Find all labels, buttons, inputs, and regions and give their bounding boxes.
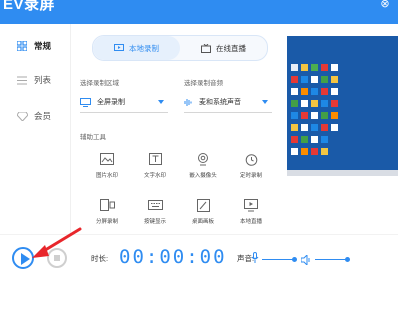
audio-select[interactable]: 麦和系统声音 <box>184 92 272 113</box>
sidebar-item-label: 列表 <box>34 75 52 85</box>
monitor-record-icon <box>114 44 124 52</box>
preview-taskbar <box>287 170 398 176</box>
tool-key-display[interactable]: 按键显示 <box>131 196 179 230</box>
region-select[interactable]: 全屏录制 <box>80 92 168 113</box>
mode-tabs: 本地录制 在线直播 <box>92 35 268 61</box>
microphone-icon[interactable] <box>251 251 259 263</box>
start-record-button[interactable] <box>12 247 34 269</box>
tool-label: 本地直播 <box>239 219 262 225</box>
tool-local-live[interactable]: 本地直播 <box>227 196 275 230</box>
tab-online-live[interactable]: 在线直播 <box>180 36 267 60</box>
region-select-value: 全屏录制 <box>97 99 125 106</box>
tool-split-screen[interactable]: 分屏录制 <box>83 196 131 230</box>
tool-label: 嵌入摄像头 <box>189 173 217 179</box>
sidebar-item-label: 会员 <box>34 111 52 121</box>
audio-wave-icon <box>184 98 193 107</box>
monitor-icon <box>80 97 91 107</box>
webcam-icon <box>179 150 227 168</box>
tab-local-record[interactable]: 本地录制 <box>93 36 180 60</box>
chevron-down-icon <box>262 100 268 104</box>
stop-record-button[interactable] <box>47 248 67 268</box>
mic-volume-slider[interactable] <box>262 259 294 260</box>
whiteboard-icon <box>179 196 227 214</box>
audio-select-value: 麦和系统声音 <box>199 99 241 106</box>
sidebar-item-general[interactable]: 常规 <box>0 34 70 58</box>
tool-label: 文字水印 <box>143 173 166 179</box>
tool-webcam[interactable]: 嵌入摄像头 <box>179 150 227 184</box>
tv-live-icon <box>201 43 211 53</box>
tool-text-watermark[interactable]: 文字水印 <box>131 150 179 184</box>
record-timer: 00:00:00 <box>119 246 227 268</box>
text-watermark-icon <box>131 150 179 168</box>
tool-label: 按键显示 <box>143 219 166 225</box>
list-icon <box>16 74 28 86</box>
desktop-icons <box>287 36 398 170</box>
tab-label: 本地录制 <box>129 43 159 53</box>
mic-volume-knob[interactable] <box>292 257 297 262</box>
tools-label: 辅助工具 <box>80 134 106 141</box>
screen-preview <box>287 36 398 176</box>
tab-label: 在线直播 <box>216 43 246 53</box>
tool-label: 分屏录制 <box>95 219 118 225</box>
split-screen-icon <box>83 196 131 214</box>
tool-whiteboard[interactable]: 桌面画板 <box>179 196 227 230</box>
tool-label: 桌面画板 <box>191 219 214 225</box>
timer-icon <box>227 150 275 168</box>
audio-label: 选择录制音频 <box>184 80 223 87</box>
image-watermark-icon <box>83 150 131 168</box>
sidebar: 常规 列表 会员 <box>0 24 71 234</box>
system-volume-slider[interactable] <box>315 259 347 260</box>
sidebar-item-list[interactable]: 列表 <box>0 68 70 92</box>
main-panel: 本地录制 在线直播 选择录制区域 选择录制音频 全屏录制 麦和系统声音 辅助工具… <box>71 24 283 234</box>
grid-icon <box>16 40 28 52</box>
app-title: EV录屏 <box>3 0 56 13</box>
close-icon[interactable]: ⊗ <box>378 0 392 11</box>
stop-icon <box>54 255 60 261</box>
chevron-down-icon <box>158 100 164 104</box>
tool-timer-record[interactable]: 定时录制 <box>227 150 275 184</box>
tool-label: 图片水印 <box>95 173 118 179</box>
play-icon <box>21 253 30 265</box>
region-label: 选择录制区域 <box>80 80 119 87</box>
tool-label: 定时录制 <box>239 173 262 179</box>
title-bar: EV录屏 ⊗ <box>0 0 398 24</box>
speaker-icon[interactable] <box>300 252 311 267</box>
tool-image-watermark[interactable]: 图片水印 <box>83 150 131 184</box>
local-live-icon <box>227 196 275 214</box>
sidebar-item-label: 常规 <box>34 41 52 51</box>
system-volume-knob[interactable] <box>345 257 350 262</box>
keyboard-icon <box>131 196 179 214</box>
duration-label: 时长: <box>91 254 109 263</box>
sidebar-item-member[interactable]: 会员 <box>0 104 70 128</box>
diamond-icon <box>16 110 28 122</box>
